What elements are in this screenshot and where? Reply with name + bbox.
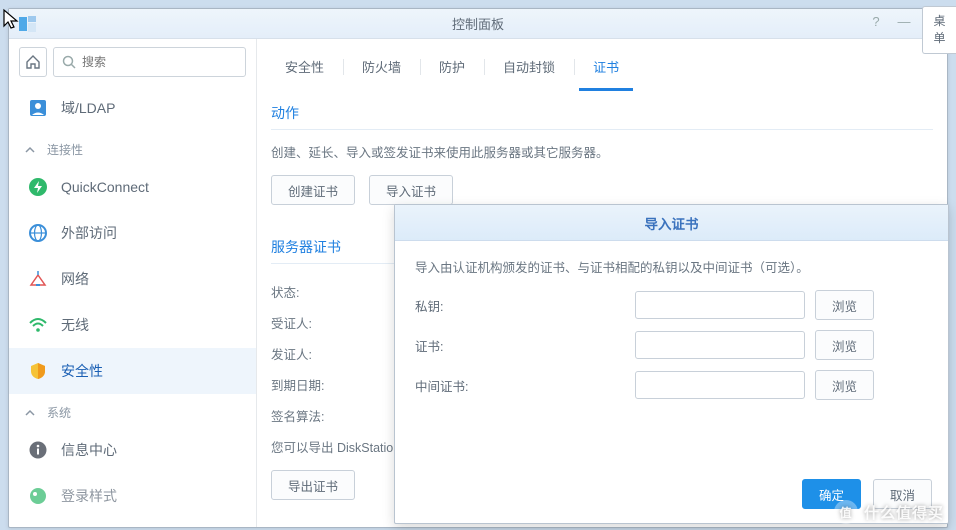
browse-private-key-button[interactable]: 浏览 [815,290,874,320]
dialog-desc: 导入由认证机构颁发的证书、与证书相配的私钥以及中间证书（可选）。 [415,257,928,276]
sidebar-item-label: 信息中心 [61,440,117,460]
subject-label: 受证人: [271,313,351,332]
cancel-button[interactable]: 取消 [873,479,932,509]
shield-icon [27,360,49,382]
sidebar-item-info[interactable]: 信息中心 [9,427,256,473]
desk-tab-l1: 桌 [927,13,952,30]
private-key-input[interactable] [635,291,805,319]
sidebar-item-label: QuickConnect [61,179,149,195]
sidebar-item-loginstyle[interactable]: 登录样式 [9,473,256,519]
window-title: 控制面板 [9,14,947,33]
home-button[interactable] [19,47,47,77]
sidebar-item-external[interactable]: 外部访问 [9,210,256,256]
app-icon [17,13,39,35]
row-private-key: 私钥: 浏览 [415,290,928,320]
tab-protection[interactable]: 防护 [425,47,479,91]
browse-intermediate-button[interactable]: 浏览 [815,370,874,400]
theme-icon [27,485,49,507]
tab-certificate[interactable]: 证书 [579,47,633,91]
sidebar-group-label: 连接性 [47,141,83,158]
wifi-icon [27,314,49,336]
issuer-label: 发证人: [271,344,351,363]
certificate-label: 证书: [415,336,625,355]
dialog-body: 导入由认证机构颁发的证书、与证书相配的私钥以及中间证书（可选）。 私钥: 浏览 … [395,241,948,469]
bolt-icon [27,176,49,198]
info-icon [27,439,49,461]
row-intermediate: 中间证书: 浏览 [415,370,928,400]
sidebar-item-security[interactable]: 安全性 [9,348,256,394]
home-icon [25,54,41,70]
import-cert-button[interactable]: 导入证书 [369,175,453,205]
search-input[interactable] [82,55,237,69]
sidebar-item-domain[interactable]: 域/LDAP [9,85,256,131]
certificate-input[interactable] [635,331,805,359]
tab-autoblock[interactable]: 自动封锁 [489,47,569,91]
browse-certificate-button[interactable]: 浏览 [815,330,874,360]
sidebar-item-label: 安全性 [61,361,103,381]
dialog-title: 导入证书 [395,205,948,241]
tab-firewall[interactable]: 防火墙 [348,47,415,91]
sidebar-group-connectivity[interactable]: 连接性 [9,131,256,164]
minimize-icon[interactable]: — [895,14,913,29]
sidebar-item-label: 登录样式 [61,486,117,506]
create-cert-button[interactable]: 创建证书 [271,175,355,205]
network-icon [27,268,49,290]
chevron-up-icon [25,145,39,155]
algo-label: 签名算法: [271,406,351,425]
intermediate-input[interactable] [635,371,805,399]
globe-icon [27,222,49,244]
status-label: 状态: [271,282,351,301]
sidebar-group-label: 系统 [47,404,71,421]
titlebar: 控制面板 ? — □ [9,9,947,39]
search-icon [62,55,76,69]
ok-button[interactable]: 确定 [802,479,861,509]
sidebar-item-wireless[interactable]: 无线 [9,302,256,348]
chevron-up-icon [25,408,39,418]
search-box[interactable] [53,47,246,77]
help-icon[interactable]: ? [867,14,885,29]
tab-bar: 安全性 防火墙 防护 自动封锁 证书 [271,39,933,91]
tab-security[interactable]: 安全性 [271,47,338,91]
sidebar-item-label: 域/LDAP [61,98,115,118]
expire-label: 到期日期: [271,375,351,394]
desktop-edge-tab[interactable]: 桌 单 [922,6,956,54]
export-cert-button[interactable]: 导出证书 [271,470,355,500]
intermediate-label: 中间证书: [415,376,625,395]
sidebar-item-label: 网络 [61,269,89,289]
dialog-footer: 确定 取消 [395,469,948,523]
user-icon [27,97,49,119]
sidebar-item-quickconnect[interactable]: QuickConnect [9,164,256,210]
sidebar: 域/LDAP 连接性 QuickConnect 外部访问 网络 无线 [9,39,257,527]
sidebar-item-network[interactable]: 网络 [9,256,256,302]
search-row [9,39,256,85]
section-actions-desc: 创建、延长、导入或签发证书来使用此服务器或其它服务器。 [271,142,933,161]
desk-tab-l2: 单 [927,30,952,47]
sidebar-item-label: 无线 [61,315,89,335]
actions-buttons: 创建证书 导入证书 [271,175,933,205]
section-actions-title: 动作 [271,91,933,130]
sidebar-group-system[interactable]: 系统 [9,394,256,427]
row-certificate: 证书: 浏览 [415,330,928,360]
sidebar-item-label: 外部访问 [61,223,117,243]
import-cert-dialog: 导入证书 导入由认证机构颁发的证书、与证书相配的私钥以及中间证书（可选）。 私钥… [394,204,949,524]
private-key-label: 私钥: [415,296,625,315]
